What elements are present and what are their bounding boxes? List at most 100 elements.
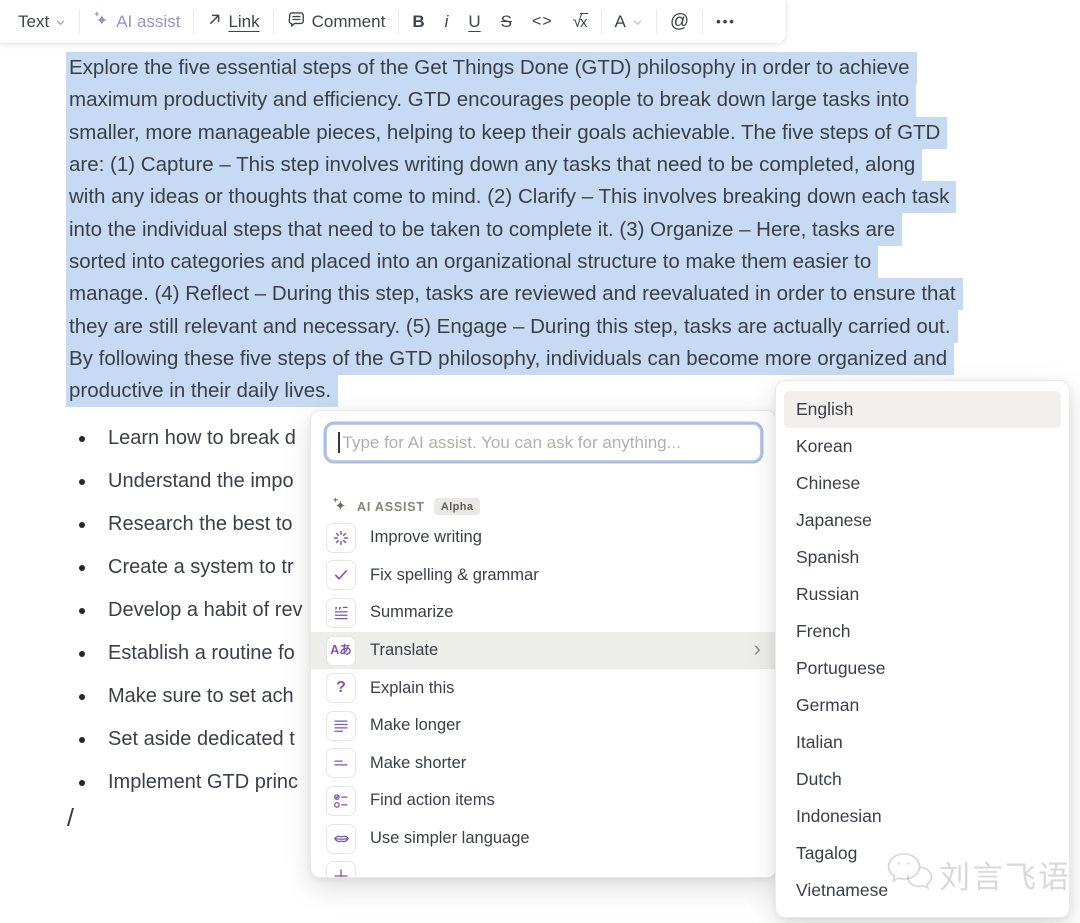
- bullet-dot-icon: [79, 608, 85, 614]
- slash-command-text[interactable]: /: [67, 804, 74, 833]
- paragraph-line: manage. (4) Reflect – During this step, …: [66, 278, 963, 310]
- ai-assist-section-header: AI ASSIST Alpha: [332, 497, 480, 516]
- chevron-down-icon: [632, 17, 643, 28]
- language-option-french[interactable]: French: [784, 613, 1061, 650]
- selected-paragraph[interactable]: Explore the five essential steps of the …: [66, 52, 963, 407]
- toolbar-divider: [702, 10, 703, 34]
- toolbar-divider: [273, 10, 274, 34]
- paragraph-line: with any ideas or thoughts that come to …: [66, 181, 963, 213]
- chevron-right-icon: ›: [754, 638, 761, 660]
- ai-assist-menu: Improve writing Fix spelling & grammar S…: [311, 519, 776, 878]
- list-item[interactable]: Research the best to: [66, 503, 303, 546]
- menu-item-find-action-items[interactable]: Find action items: [311, 782, 776, 820]
- language-option-indonesian[interactable]: Indonesian: [784, 798, 1061, 835]
- language-option-dutch[interactable]: Dutch: [784, 761, 1061, 798]
- bullet-dot-icon: [79, 694, 85, 700]
- text-caret: [338, 432, 340, 453]
- alpha-badge: Alpha: [434, 498, 481, 515]
- list-item[interactable]: Develop a habit of rev: [66, 589, 303, 632]
- inline-code-button[interactable]: <>: [522, 5, 563, 39]
- underline-label: U: [468, 12, 480, 32]
- menu-item-explain-this[interactable]: ? Explain this: [311, 669, 776, 707]
- paragraph-line: By following these five steps of the GTD…: [66, 343, 963, 375]
- language-option-german[interactable]: German: [784, 687, 1061, 724]
- list-item[interactable]: Establish a routine fo: [66, 632, 303, 675]
- menu-item-summarize[interactable]: Summarize: [311, 594, 776, 632]
- menu-item-translate[interactable]: Aあ Translate ›: [311, 632, 776, 670]
- sparkle-icon: [332, 497, 348, 516]
- language-option-portuguese[interactable]: Portuguese: [784, 650, 1061, 687]
- menu-item-fix-spelling[interactable]: Fix spelling & grammar: [311, 557, 776, 595]
- language-option-japanese[interactable]: Japanese: [784, 502, 1061, 539]
- list-item[interactable]: Make sure to set ach: [66, 675, 303, 718]
- ai-assist-input-wrap: [326, 424, 761, 461]
- selection-toolbar: Text AI assist Link Comment B: [0, 0, 787, 44]
- ai-assist-input[interactable]: [341, 432, 750, 454]
- bullet-dot-icon: [79, 737, 85, 743]
- toolbar-divider: [398, 10, 399, 34]
- section-title: AI ASSIST: [357, 500, 425, 514]
- italic-button[interactable]: i: [435, 5, 459, 39]
- language-option-russian[interactable]: Russian: [784, 576, 1061, 613]
- summarize-icon: [326, 598, 356, 628]
- toolbar-divider: [79, 10, 80, 34]
- comment-button[interactable]: Comment: [277, 5, 396, 39]
- language-option-vietnamese[interactable]: Vietnamese: [784, 872, 1061, 909]
- list-item[interactable]: Learn how to break d: [66, 417, 303, 460]
- strikethrough-button[interactable]: S: [491, 5, 522, 39]
- bullet-dot-icon: [79, 436, 85, 442]
- formula-button[interactable]: √x: [563, 5, 598, 39]
- menu-item-partial[interactable]: [311, 857, 776, 878]
- link-label: Link: [228, 12, 259, 32]
- text-style-button[interactable]: Text: [8, 5, 76, 39]
- more-button[interactable]: •••: [706, 5, 746, 39]
- sparkle-icon: [93, 11, 110, 33]
- toolbar-divider: [656, 10, 657, 34]
- paragraph-line: maximum productivity and efficiency. GTD…: [66, 84, 963, 116]
- bullet-dot-icon: [79, 479, 85, 485]
- bullet-dot-icon: [79, 651, 85, 657]
- ai-assist-popup: AI ASSIST Alpha Improve writing Fix spel…: [310, 410, 777, 878]
- language-option-korean[interactable]: Korean: [784, 428, 1061, 465]
- list-item[interactable]: Implement GTD princ: [66, 761, 303, 804]
- bold-button[interactable]: B: [402, 5, 434, 39]
- language-option-english[interactable]: English: [784, 391, 1061, 428]
- list-item[interactable]: Set aside dedicated t: [66, 718, 303, 761]
- more-label: •••: [716, 14, 736, 29]
- list-item[interactable]: Create a system to tr: [66, 546, 303, 589]
- paragraph-line: sorted into categories and placed into a…: [66, 246, 963, 278]
- bold-label: B: [412, 12, 424, 32]
- translate-icon: Aあ: [326, 636, 356, 666]
- toolbar-divider: [193, 10, 194, 34]
- language-option-italian[interactable]: Italian: [784, 724, 1061, 761]
- paragraph-line: smaller, more manageable pieces, helping…: [66, 117, 963, 149]
- menu-item-use-simpler-language[interactable]: Use simpler language: [311, 820, 776, 858]
- list-item[interactable]: Understand the impo: [66, 460, 303, 503]
- code-label: <>: [532, 13, 553, 31]
- language-option-chinese[interactable]: Chinese: [784, 465, 1061, 502]
- ai-assist-button[interactable]: AI assist: [83, 5, 190, 39]
- comment-label: Comment: [312, 12, 386, 32]
- language-submenu: English Korean Chinese Japanese Spanish …: [775, 380, 1070, 918]
- sqrt-x-glyph: x: [580, 13, 588, 31]
- bullet-dot-icon: [79, 522, 85, 528]
- partial-icon: [326, 861, 356, 878]
- chevron-down-icon: [55, 17, 66, 28]
- menu-item-improve-writing[interactable]: Improve writing: [311, 519, 776, 557]
- ai-assist-label: AI assist: [116, 12, 180, 32]
- editor-screen: Text AI assist Link Comment B: [0, 0, 1080, 923]
- underline-button[interactable]: U: [458, 5, 490, 39]
- strikethrough-label: S: [501, 12, 512, 32]
- bullet-dot-icon: [79, 780, 85, 786]
- link-button[interactable]: Link: [197, 5, 269, 39]
- text-style-label: Text: [18, 12, 49, 32]
- paragraph-line: Explore the five essential steps of the …: [66, 52, 963, 84]
- text-color-button[interactable]: A: [605, 5, 653, 39]
- mention-button[interactable]: @: [660, 5, 699, 39]
- language-option-tagalog[interactable]: Tagalog: [784, 835, 1061, 872]
- menu-item-make-longer[interactable]: Make longer: [311, 707, 776, 745]
- toolbar-divider: [601, 10, 602, 34]
- language-option-spanish[interactable]: Spanish: [784, 539, 1061, 576]
- check-icon: [326, 560, 356, 590]
- menu-item-make-shorter[interactable]: Make shorter: [311, 745, 776, 783]
